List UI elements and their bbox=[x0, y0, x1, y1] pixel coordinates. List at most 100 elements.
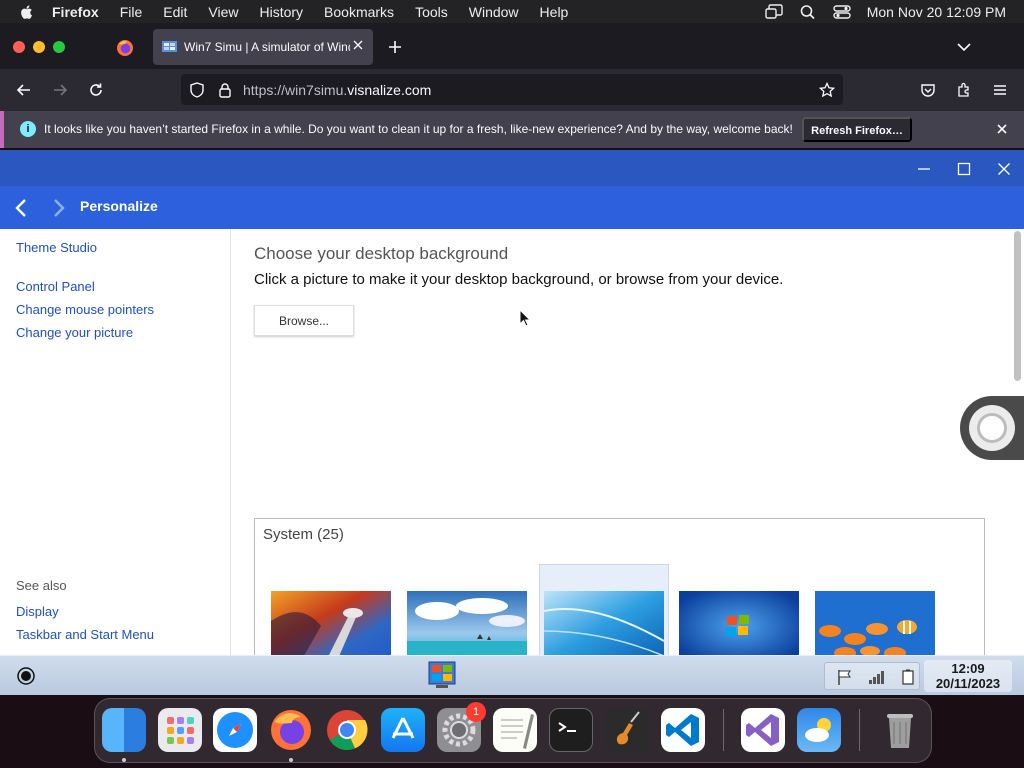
vscode-icon[interactable] bbox=[661, 708, 705, 752]
back-chevron-icon[interactable] bbox=[14, 198, 28, 218]
padlock-icon[interactable] bbox=[217, 82, 233, 98]
screen-mirroring-icon[interactable] bbox=[765, 3, 783, 20]
window-zoom-icon[interactable] bbox=[53, 41, 65, 53]
firefox-pinned-tab-icon[interactable] bbox=[116, 39, 134, 57]
maximize-icon[interactable] bbox=[957, 162, 971, 176]
garageband-icon[interactable] bbox=[605, 708, 649, 752]
dock-separator bbox=[859, 709, 860, 751]
macos-dock bbox=[94, 698, 932, 763]
wallpaper-thumbnail[interactable] bbox=[407, 591, 527, 655]
menu-app-name[interactable]: Firefox bbox=[52, 4, 99, 20]
desktop-background-panel: Choose your desktop background Click a p… bbox=[231, 229, 1011, 655]
see-also-heading: See also bbox=[16, 578, 67, 593]
app-store-icon[interactable] bbox=[381, 708, 425, 752]
page-title: Choose your desktop background bbox=[254, 244, 509, 263]
wallpaper-thumbnail-selected[interactable] bbox=[544, 591, 664, 655]
control-center-icon[interactable] bbox=[833, 4, 851, 20]
menu-bar-clock[interactable]: Mon Nov 20 12:09 PM bbox=[867, 4, 1006, 20]
start-orb-icon[interactable] bbox=[17, 667, 35, 685]
finder-icon[interactable] bbox=[102, 708, 146, 752]
wallpaper-thumbnail[interactable] bbox=[815, 591, 935, 655]
control-panel-sidebar: Theme Studio Control Panel Change mouse … bbox=[0, 229, 231, 655]
settings-notification-badge: 1 bbox=[466, 702, 486, 722]
scrollbar-thumb[interactable] bbox=[1014, 231, 1021, 381]
sidebar-link-theme-studio[interactable]: Theme Studio bbox=[16, 240, 97, 255]
extensions-puzzle-icon[interactable] bbox=[956, 82, 972, 98]
menu-edit[interactable]: Edit bbox=[163, 4, 187, 20]
taskbar-date: 20/11/2023 bbox=[935, 676, 1001, 691]
firefox-icon[interactable] bbox=[269, 708, 313, 752]
bookmark-star-icon[interactable] bbox=[819, 82, 835, 98]
menu-help[interactable]: Help bbox=[540, 4, 569, 20]
battery-icon[interactable] bbox=[899, 669, 917, 685]
minimize-icon[interactable] bbox=[917, 162, 931, 176]
hamburger-menu-icon[interactable] bbox=[992, 82, 1008, 98]
menu-view[interactable]: View bbox=[208, 4, 238, 20]
trash-icon[interactable] bbox=[878, 708, 922, 752]
info-icon: i bbox=[20, 121, 36, 137]
wallpaper-thumbnail[interactable] bbox=[679, 591, 799, 655]
refresh-firefox-notification: i It looks like you haven’t started Fire… bbox=[0, 111, 1024, 148]
wallpaper-thumbnail[interactable] bbox=[271, 591, 391, 655]
terminal-icon[interactable] bbox=[549, 708, 593, 752]
tab-win7simu[interactable]: Win7 Simu | A simulator of Windows 7 bbox=[153, 29, 373, 65]
browse-button[interactable]: Browse... bbox=[254, 305, 354, 336]
menu-tools[interactable]: Tools bbox=[415, 4, 448, 20]
sidebar-link-mouse-pointers[interactable]: Change mouse pointers bbox=[16, 302, 154, 317]
system-tray bbox=[824, 662, 920, 690]
tab-close-icon[interactable] bbox=[352, 39, 364, 51]
win7simu-favicon-icon bbox=[162, 41, 177, 52]
menu-window[interactable]: Window bbox=[469, 4, 519, 20]
dock-separator bbox=[723, 709, 724, 751]
new-tab-icon[interactable] bbox=[388, 40, 402, 54]
floating-ring-icon bbox=[969, 405, 1015, 451]
breadcrumb[interactable]: Personalize bbox=[80, 198, 158, 214]
safari-icon[interactable] bbox=[213, 708, 257, 752]
network-signal-icon[interactable] bbox=[868, 669, 886, 685]
forward-chevron-icon[interactable] bbox=[52, 198, 66, 218]
tab-title: Win7 Simu | A simulator of Windows 7 bbox=[184, 40, 350, 54]
sidebar-link-control-panel[interactable]: Control Panel bbox=[16, 279, 95, 294]
sidebar-link-change-picture[interactable]: Change your picture bbox=[16, 325, 133, 340]
url-bar[interactable]: https://win7simu.visnalize.com bbox=[181, 74, 843, 105]
tab-list-chevron-icon[interactable] bbox=[957, 42, 971, 52]
page-description: Click a picture to make it your desktop … bbox=[254, 271, 784, 288]
sidebar-link-display[interactable]: Display bbox=[16, 604, 59, 619]
url-text[interactable]: https://win7simu.visnalize.com bbox=[243, 82, 431, 98]
back-arrow-icon[interactable] bbox=[16, 82, 32, 98]
chrome-icon[interactable] bbox=[325, 708, 369, 752]
reload-icon[interactable] bbox=[88, 82, 104, 98]
running-indicator bbox=[289, 758, 293, 762]
menu-history[interactable]: History bbox=[259, 4, 303, 20]
notification-close-icon[interactable] bbox=[996, 123, 1008, 135]
forward-arrow-icon[interactable] bbox=[52, 82, 68, 98]
floating-action-button[interactable] bbox=[960, 396, 1024, 460]
launchpad-icon[interactable] bbox=[158, 708, 202, 752]
textedit-icon[interactable] bbox=[493, 708, 537, 752]
apple-icon[interactable] bbox=[18, 3, 36, 21]
win7-taskbar: 12:09 20/11/2023 bbox=[0, 655, 1024, 695]
visual-studio-icon[interactable] bbox=[741, 708, 785, 752]
tracking-shield-icon[interactable] bbox=[189, 82, 205, 98]
pocket-icon[interactable] bbox=[920, 82, 936, 98]
wallpaper-group-title: System (25) bbox=[263, 526, 344, 543]
action-center-flag-icon[interactable] bbox=[836, 669, 854, 685]
mouse-pointer-icon bbox=[519, 309, 531, 327]
running-indicator bbox=[122, 758, 126, 762]
menu-bookmarks[interactable]: Bookmarks bbox=[324, 4, 394, 20]
taskbar-time: 12:09 bbox=[951, 661, 985, 676]
taskbar-clock[interactable]: 12:09 20/11/2023 bbox=[924, 660, 1012, 692]
wallpaper-group: System (25) bbox=[254, 518, 985, 655]
menu-file[interactable]: File bbox=[120, 4, 143, 20]
notification-message: It looks like you haven’t started Firefo… bbox=[44, 122, 793, 136]
window-close-icon[interactable] bbox=[13, 41, 25, 53]
macos-menu-bar: Firefox File Edit View History Bookmarks… bbox=[0, 0, 1024, 23]
weather-icon[interactable] bbox=[797, 708, 841, 752]
refresh-firefox-button[interactable]: Refresh Firefox… bbox=[802, 117, 912, 142]
window-minimize-icon[interactable] bbox=[33, 41, 45, 53]
control-panel-taskbar-icon[interactable] bbox=[426, 658, 458, 692]
spotlight-search-icon[interactable] bbox=[799, 4, 817, 20]
window-navigation-bar: Personalize bbox=[0, 186, 1024, 229]
sidebar-link-taskbar[interactable]: Taskbar and Start Menu bbox=[16, 627, 154, 642]
close-icon[interactable] bbox=[997, 162, 1011, 176]
